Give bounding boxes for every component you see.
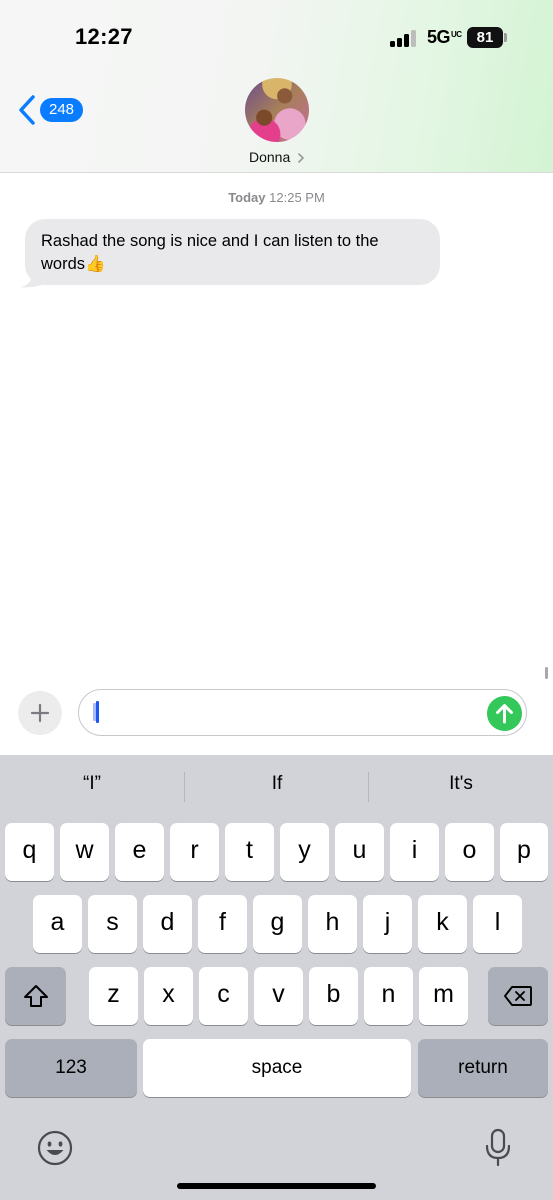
dictation-button[interactable] — [482, 1127, 514, 1169]
key-t[interactable]: t — [225, 823, 274, 881]
shift-icon — [23, 985, 48, 1007]
key-u[interactable]: u — [335, 823, 384, 881]
prediction-1[interactable]: “I” — [0, 773, 184, 795]
message-text: Rashad the song is nice and I can listen… — [41, 232, 379, 273]
keyboard: “I” If It's q w e r t y u i o p a s d f … — [0, 755, 553, 1200]
network-type: 5GUC — [427, 27, 462, 48]
prediction-3[interactable]: It's — [369, 773, 553, 795]
key-y[interactable]: y — [280, 823, 329, 881]
microphone-icon — [485, 1128, 511, 1167]
contact-name[interactable]: Donna — [249, 149, 290, 165]
arrow-up-icon — [496, 704, 513, 724]
key-s[interactable]: s — [88, 895, 137, 953]
shift-key[interactable] — [5, 967, 66, 1025]
key-p[interactable]: p — [500, 823, 548, 881]
key-m[interactable]: m — [419, 967, 468, 1025]
network-label: 5G — [427, 27, 451, 47]
cellular-signal-icon — [390, 29, 418, 47]
space-key[interactable]: space — [143, 1039, 411, 1097]
key-l[interactable]: l — [473, 895, 522, 953]
text-cursor — [96, 701, 99, 723]
predictive-text-bar: “I” If It's — [0, 755, 553, 821]
key-c[interactable]: c — [199, 967, 248, 1025]
return-key[interactable]: return — [418, 1039, 548, 1097]
key-g[interactable]: g — [253, 895, 302, 953]
emoji-icon — [37, 1130, 73, 1166]
incoming-message-bubble[interactable]: Rashad the song is nice and I can listen… — [25, 219, 440, 285]
emoji-button[interactable] — [36, 1129, 74, 1167]
timestamp-time: 12:25 PM — [269, 190, 325, 205]
chevron-left-icon — [19, 95, 35, 125]
status-time: 12:27 — [75, 24, 133, 49]
key-v[interactable]: v — [254, 967, 303, 1025]
send-button[interactable] — [487, 696, 522, 731]
timestamp-day: Today — [228, 190, 266, 205]
delete-key[interactable] — [488, 967, 548, 1025]
numbers-key[interactable]: 123 — [5, 1039, 137, 1097]
key-w[interactable]: w — [60, 823, 109, 881]
key-a[interactable]: a — [33, 895, 82, 953]
back-button[interactable]: 248 — [18, 95, 88, 127]
key-h[interactable]: h — [308, 895, 357, 953]
scroll-indicator — [545, 667, 548, 679]
message-timestamp: Today 12:25 PM — [0, 190, 553, 205]
key-d[interactable]: d — [143, 895, 192, 953]
battery-tip — [504, 33, 507, 42]
key-z[interactable]: z — [89, 967, 138, 1025]
key-q[interactable]: q — [5, 823, 54, 881]
delete-icon — [504, 986, 532, 1006]
message-input[interactable] — [78, 689, 527, 736]
battery-icon: 81 — [467, 27, 503, 48]
key-n[interactable]: n — [364, 967, 413, 1025]
chevron-right-icon — [298, 153, 305, 163]
key-j[interactable]: j — [363, 895, 412, 953]
key-o[interactable]: o — [445, 823, 494, 881]
key-f[interactable]: f — [198, 895, 247, 953]
conversation-header: 12:27 5GUC 81 248 Donna — [0, 0, 553, 173]
prediction-2[interactable]: If — [185, 773, 369, 795]
add-attachment-button[interactable] — [18, 691, 62, 735]
key-r[interactable]: r — [170, 823, 219, 881]
key-e[interactable]: e — [115, 823, 164, 881]
home-indicator[interactable] — [177, 1183, 376, 1189]
key-x[interactable]: x — [144, 967, 193, 1025]
key-b[interactable]: b — [309, 967, 358, 1025]
contact-avatar[interactable] — [245, 78, 309, 142]
plus-icon — [30, 703, 50, 723]
unread-count-badge: 248 — [40, 98, 84, 122]
key-i[interactable]: i — [390, 823, 439, 881]
network-suffix: UC — [451, 30, 462, 39]
key-k[interactable]: k — [418, 895, 467, 953]
